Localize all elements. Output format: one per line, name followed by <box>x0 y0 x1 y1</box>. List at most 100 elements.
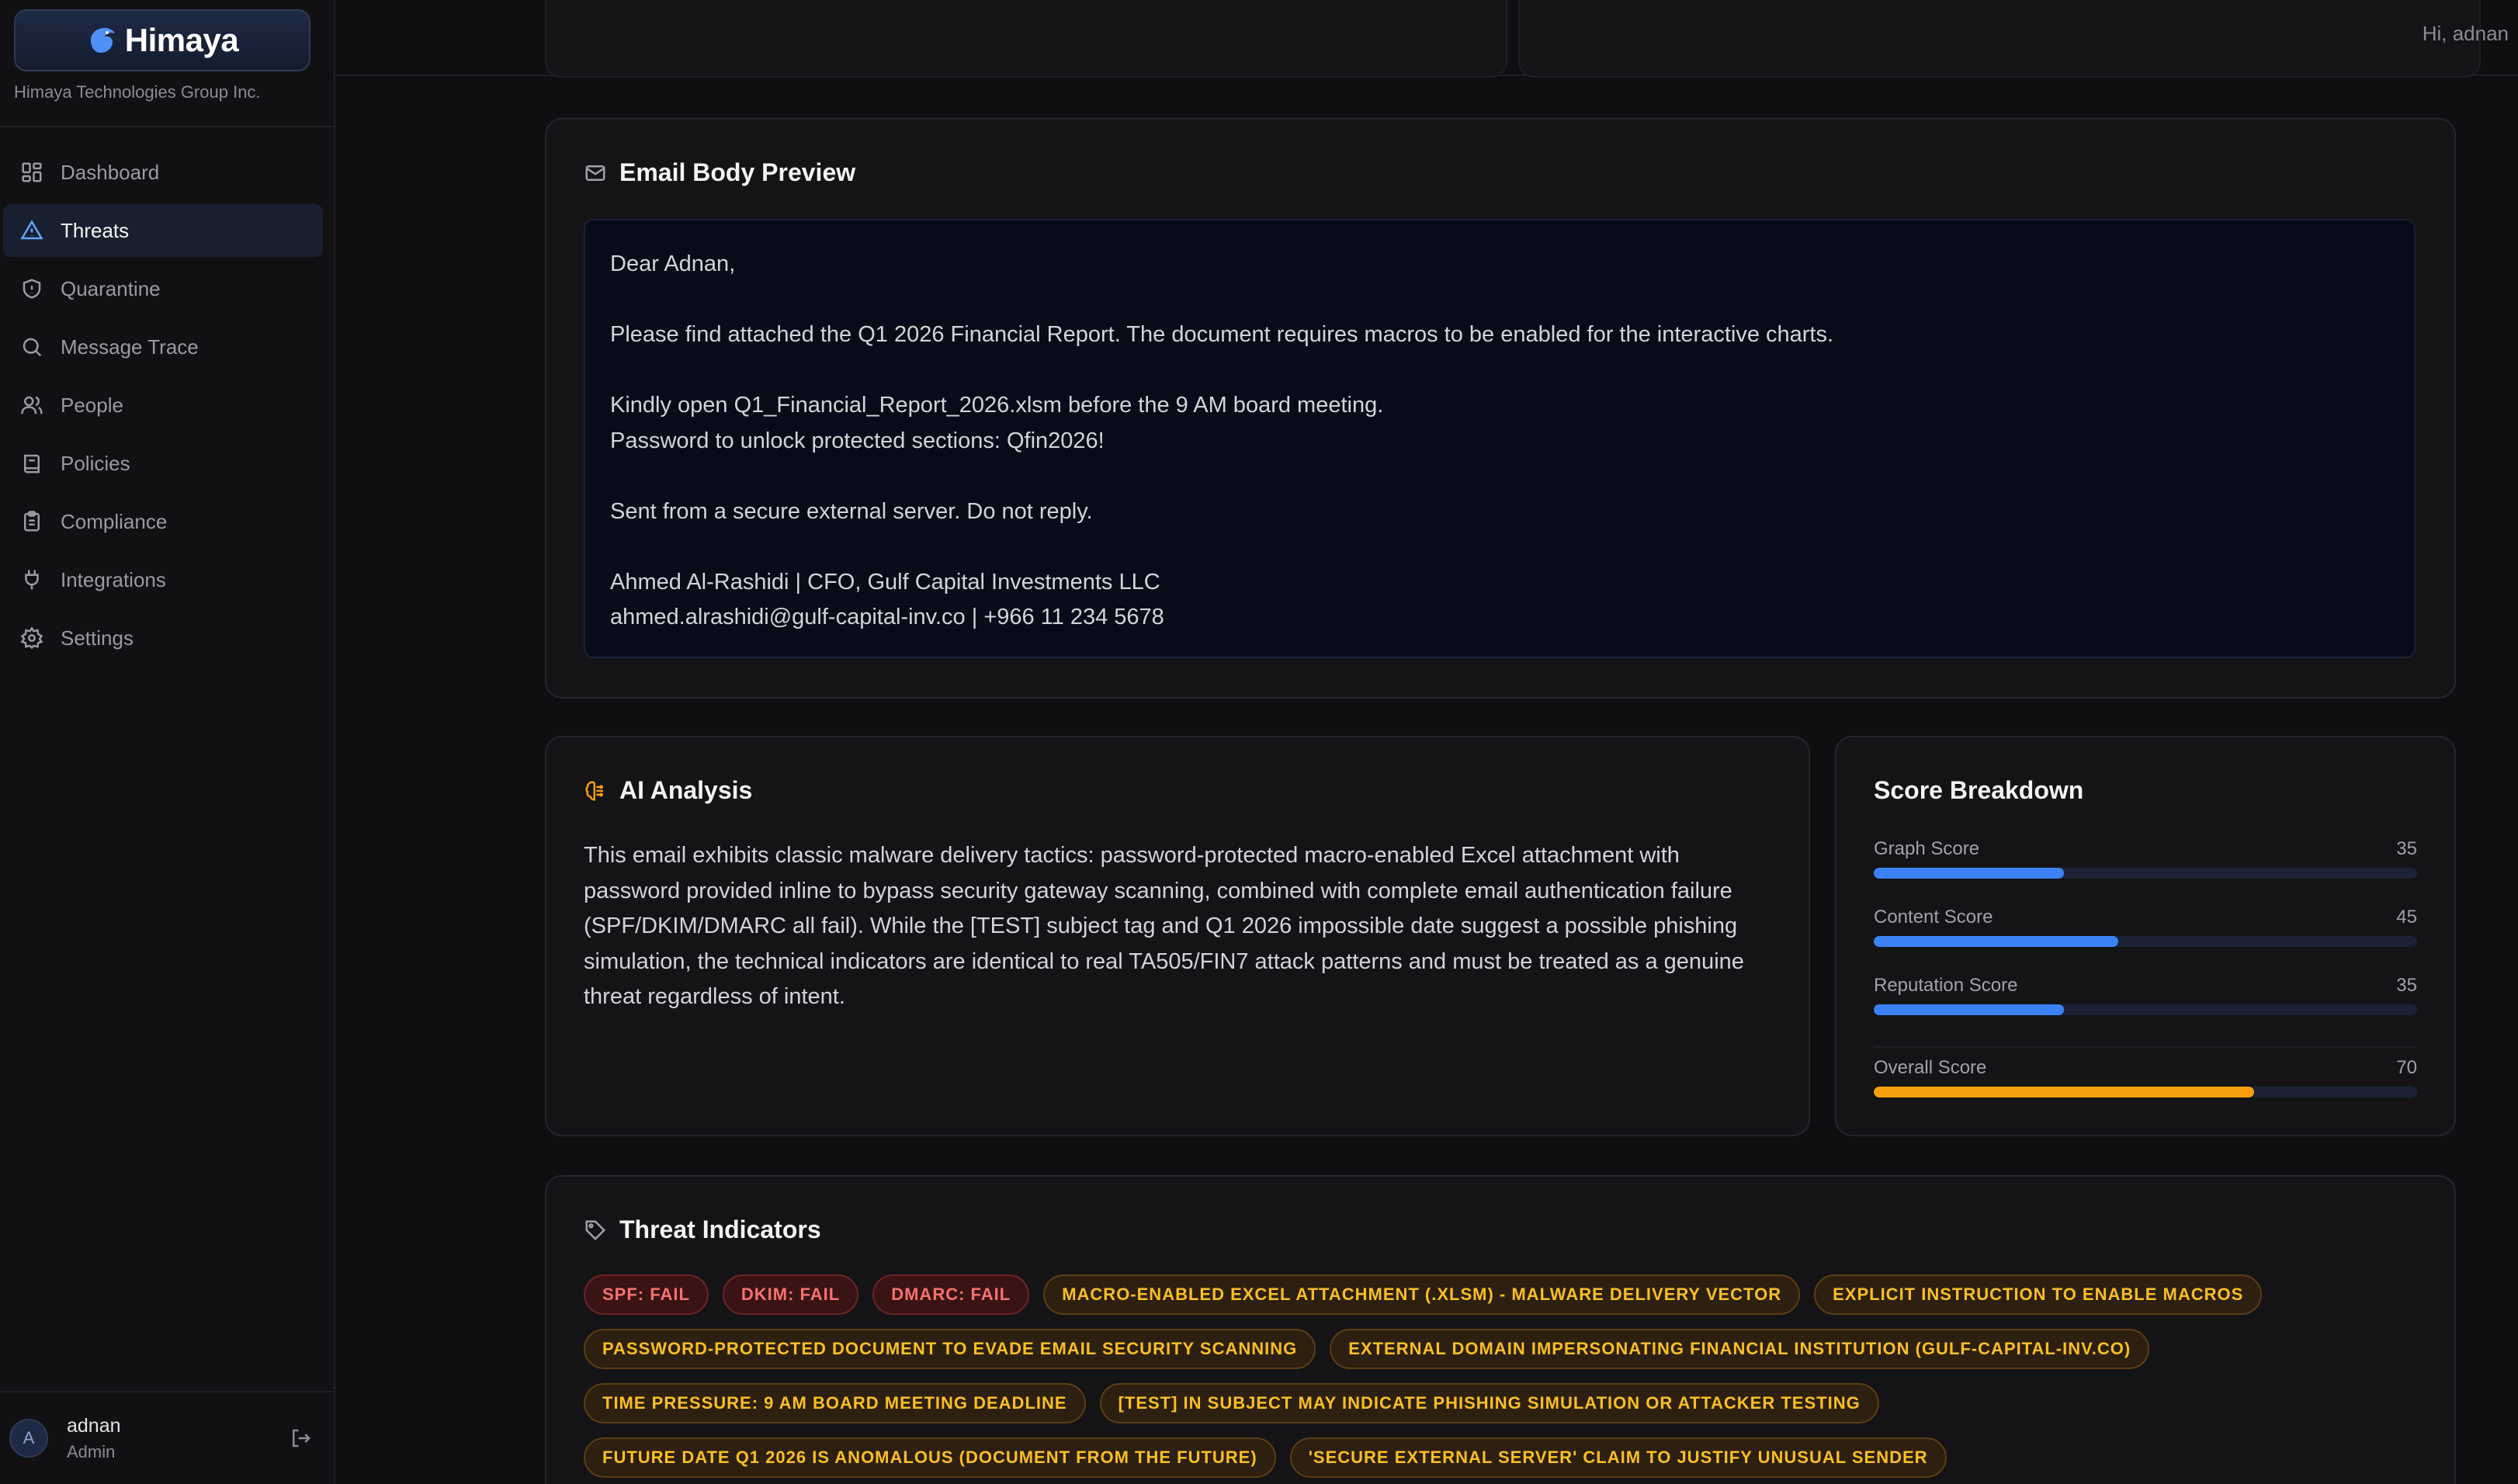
logo-text: Himaya <box>124 22 239 58</box>
threat-indicator-tag: Future date Q1 2026 is anomalous (docume… <box>584 1437 1276 1478</box>
sidebar-item-policies[interactable]: Policies <box>3 437 323 490</box>
users-icon <box>20 394 43 417</box>
sidebar-item-message-trace[interactable]: Message Trace <box>3 321 323 373</box>
threat-indicator-tag: External domain impersonating financial … <box>1330 1329 2150 1369</box>
threat-indicator-tag: Time pressure: 9 AM board meeting deadli… <box>584 1383 1086 1423</box>
email-line: Sent from a secure external server. Do n… <box>610 498 1093 524</box>
score-bar-fill <box>1874 868 2064 879</box>
user-name: adnan <box>67 1414 121 1437</box>
score-bar-fill <box>1874 936 2118 947</box>
sidebar-bottom-divider <box>0 1391 334 1392</box>
score-label: Content Score <box>1874 907 1993 928</box>
threat-indicator-tag: [TEST] in subject may indicate phishing … <box>1099 1383 1879 1423</box>
score-divider <box>1874 1046 2417 1048</box>
brain-icon <box>584 779 607 803</box>
user-info: adnan Admin <box>67 1415 121 1462</box>
sidebar-item-label: People <box>61 393 123 417</box>
logout-icon[interactable] <box>289 1427 312 1450</box>
card-title: AI Analysis <box>584 776 752 805</box>
org-name: Himaya Technologies Group Inc. <box>14 82 261 102</box>
sidebar-item-label: Policies <box>61 451 130 475</box>
score-row-overall: Overall Score 70 <box>1874 1057 2417 1097</box>
email-body-content: Dear Adnan, Please find attached the Q1 … <box>584 219 2416 658</box>
threat-indicator-tag: Macro-enabled Excel attachment (.xlsm) -… <box>1043 1274 1801 1315</box>
email-line: Please find attached the Q1 2026 Financi… <box>610 322 1834 347</box>
email-line: Ahmed Al-Rashidi | CFO, Gulf Capital Inv… <box>610 569 1160 595</box>
gear-icon <box>20 626 43 650</box>
user-greeting: Hi, adnan <box>2422 22 2509 45</box>
score-label: Overall Score <box>1874 1057 1987 1078</box>
sidebar-item-settings[interactable]: Settings <box>3 612 323 664</box>
score-value: 45 <box>2396 907 2417 928</box>
sidebar-divider <box>0 126 334 127</box>
score-value: 70 <box>2396 1057 2417 1078</box>
sidebar-item-label: Quarantine <box>61 276 161 300</box>
sidebar-item-quarantine[interactable]: Quarantine <box>3 262 323 315</box>
sidebar-item-label: Integrations <box>61 567 166 591</box>
threat-indicators-card: Threat Indicators SPF: FAIL DKIM: FAIL DMA… <box>545 1175 2456 1484</box>
sidebar-item-integrations[interactable]: Integrations <box>3 553 323 606</box>
card-above-right <box>1518 0 2481 78</box>
score-bar-track <box>1874 1004 2417 1015</box>
score-row-graph: Graph Score 35 <box>1874 838 2417 879</box>
score-row-reputation: Reputation Score 35 <box>1874 975 2417 1015</box>
score-row-content: Content Score 45 <box>1874 907 2417 947</box>
sidebar-item-dashboard[interactable]: Dashboard <box>3 146 323 199</box>
threat-tag-list: SPF: FAIL DKIM: FAIL DMARC: FAIL Macro-enab… <box>584 1274 2431 1478</box>
clipboard-icon <box>20 510 43 533</box>
sidebar-item-label: Compliance <box>61 509 168 533</box>
score-label: Reputation Score <box>1874 975 2018 996</box>
card-title: Threat Indicators <box>584 1215 821 1244</box>
brand-logo[interactable]: Himaya <box>14 9 310 71</box>
overall-score-bar-fill <box>1874 1087 2254 1097</box>
sidebar-item-people[interactable]: People <box>3 379 323 432</box>
tag-icon <box>584 1219 607 1242</box>
sidebar-item-label: Threats <box>61 218 130 242</box>
threat-indicator-tag: DMARC: FAIL <box>872 1274 1030 1315</box>
score-bar-track <box>1874 936 2417 947</box>
score-breakdown-card: Score Breakdown Graph Score 35 Content Sc… <box>1835 736 2456 1136</box>
mail-icon <box>584 161 607 185</box>
avatar[interactable]: A <box>9 1419 48 1458</box>
score-label: Graph Score <box>1874 838 1980 859</box>
score-value: 35 <box>2396 975 2417 996</box>
email-line: Kindly open Q1_Financial_Report_2026.xls… <box>610 393 1384 418</box>
top-header: Hi, adnan <box>335 0 2518 78</box>
plug-icon <box>20 568 43 591</box>
ai-analysis-title: AI Analysis <box>619 776 753 804</box>
email-line: Password to unlock protected sections: Q… <box>610 428 1105 453</box>
threat-indicator-tag: DKIM: FAIL <box>722 1274 859 1315</box>
app-root: Himaya Himaya Technologies Group Inc. Da… <box>0 0 2518 1484</box>
sidebar: Himaya Himaya Technologies Group Inc. Da… <box>0 0 335 1484</box>
main-nav: Dashboard Threats Quarantine Message Tra… <box>3 146 323 670</box>
score-bar-track <box>1874 1087 2417 1097</box>
card-above-left <box>545 0 1507 78</box>
score-value: 35 <box>2396 838 2417 859</box>
threat-indicator-tag: Password-protected document to evade ema… <box>584 1329 1316 1369</box>
score-breakdown-title: Score Breakdown <box>1874 776 2084 804</box>
sidebar-item-threats[interactable]: Threats <box>3 204 323 257</box>
threat-indicator-tag: SPF: FAIL <box>584 1274 709 1315</box>
email-body-preview-card: Email Body Preview Dear Adnan, Please fi… <box>545 118 2456 699</box>
threat-indicators-title: Threat Indicators <box>619 1215 821 1243</box>
user-profile: A adnan Admin <box>9 1411 320 1465</box>
email-preview-title: Email Body Preview <box>619 158 856 186</box>
card-title: Score Breakdown <box>1874 776 2083 805</box>
sidebar-item-label: Settings <box>61 626 134 650</box>
threat-indicator-tag: Explicit instruction to enable macros <box>1814 1274 2263 1315</box>
sidebar-item-label: Dashboard <box>61 160 160 184</box>
sidebar-item-compliance[interactable]: Compliance <box>3 495 323 548</box>
ai-analysis-text: This email exhibits classic malware deli… <box>584 843 1744 1009</box>
card-title: Email Body Preview <box>584 158 855 187</box>
score-bar-fill <box>1874 1004 2064 1015</box>
book-icon <box>20 452 43 475</box>
sidebar-item-label: Message Trace <box>61 335 199 359</box>
grid-icon <box>20 161 43 184</box>
email-line: ahmed.alrashidi@gulf-capital-inv.co | +9… <box>610 605 1164 629</box>
alert-triangle-icon <box>20 219 43 242</box>
score-bar-track <box>1874 868 2417 879</box>
user-role: Admin <box>67 1441 116 1461</box>
email-line: Dear Adnan, <box>610 251 736 276</box>
threat-indicator-tag: 'Secure external server' claim to justif… <box>1289 1437 1947 1478</box>
shield-icon <box>20 277 43 300</box>
